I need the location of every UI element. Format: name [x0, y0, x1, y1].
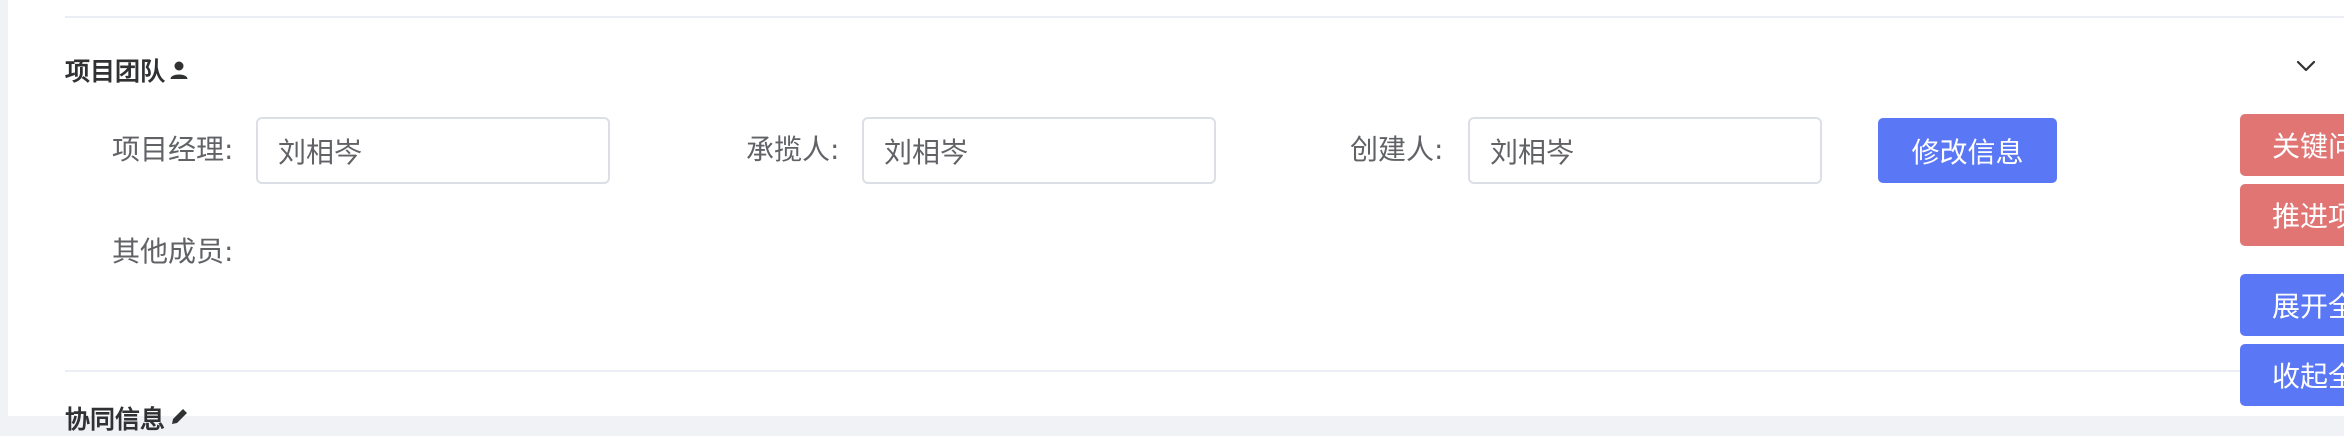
section-divider-mid — [65, 370, 2344, 372]
section-title-text: 项目团队 — [65, 57, 166, 86]
creator-field[interactable] — [1468, 117, 1822, 184]
chevron-down-icon[interactable] — [2295, 55, 2317, 77]
manager-field[interactable] — [256, 117, 610, 184]
collapse-all-button[interactable]: 收起全 — [2240, 344, 2344, 406]
advance-project-button[interactable]: 推进项 — [2240, 184, 2344, 246]
contractor-field[interactable] — [862, 117, 1216, 184]
person-icon — [169, 60, 189, 80]
expand-all-button[interactable]: 展开全 — [2240, 274, 2344, 336]
section-title-collab-text: 协同信息 — [65, 405, 166, 434]
content-panel: 项目团队 项目经理: 承揽人: 创建人: 修改信息 其他成员: 协同信息 — [8, 0, 2344, 434]
edit-icon — [169, 404, 189, 433]
other-members-label: 其他成员: — [112, 235, 234, 268]
section-divider-top — [65, 16, 2344, 18]
edit-info-button[interactable]: 修改信息 — [1878, 118, 2057, 183]
section-title-team: 项目团队 — [65, 52, 189, 88]
section-title-collab: 协同信息 — [65, 400, 189, 436]
manager-label: 项目经理: — [112, 133, 234, 166]
contractor-label: 承揽人: — [746, 133, 840, 166]
creator-label: 创建人: — [1350, 133, 1444, 166]
key-issue-button[interactable]: 关键问 — [2240, 114, 2344, 176]
